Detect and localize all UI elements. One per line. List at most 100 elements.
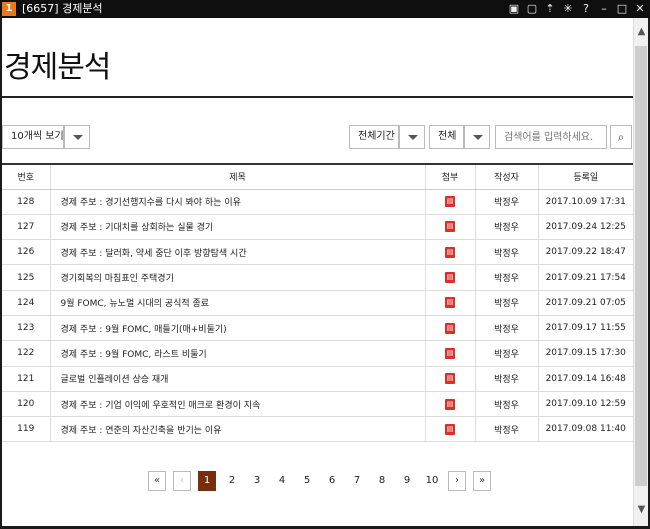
pdf-icon[interactable]: ▤ xyxy=(445,272,455,284)
pdf-icon[interactable]: ▤ xyxy=(445,423,455,435)
row-attachment[interactable]: ▤ xyxy=(424,290,475,316)
next-page-button[interactable]: › xyxy=(448,471,466,491)
table-row[interactable]: 123 경제 주보 : 9월 FOMC, 매들기(매+비둘기) ▤ 박정우 2017.0… xyxy=(2,315,633,342)
close-icon[interactable]: ✕ xyxy=(634,3,646,15)
help-icon[interactable]: ? xyxy=(580,3,592,15)
row-date: 2017.09.15 17:30 xyxy=(537,340,633,367)
pdf-icon[interactable]: ▤ xyxy=(445,246,455,258)
row-author: 박정우 xyxy=(474,264,538,291)
row-number: 122 xyxy=(2,340,50,367)
pdf-icon[interactable]: ▤ xyxy=(445,347,455,359)
prev-page-button[interactable]: ‹ xyxy=(173,471,191,491)
table-row[interactable]: 122 경제 주보 : 9월 FOMC, 라스트 비둘기 ▤ 박정우 2017.09.1… xyxy=(2,340,633,367)
pdf-icon[interactable]: ▤ xyxy=(445,373,455,385)
pdf-icon[interactable]: ▤ xyxy=(445,221,455,233)
page-number-1[interactable]: 1 xyxy=(198,471,216,491)
header-attach: 첨부 xyxy=(424,163,475,190)
first-page-button[interactable]: « xyxy=(148,471,166,491)
row-date: 2017.09.21 07:05 xyxy=(537,290,633,316)
row-date: 2017.09.14 16:48 xyxy=(537,366,633,392)
page-number-5[interactable]: 5 xyxy=(298,471,316,491)
row-attachment[interactable]: ▤ xyxy=(424,391,475,418)
pdf-icon[interactable]: ▤ xyxy=(445,297,455,309)
mouse-icon[interactable]: ▣ xyxy=(508,3,520,15)
row-attachment[interactable]: ▤ xyxy=(424,416,475,443)
table-header-row: 번호 제목 첨부 작성자 등록일 xyxy=(2,163,633,190)
row-subject-link[interactable]: 경제 주보 : 경기선행지수를 다시 봐야 하는 이유 xyxy=(49,189,425,215)
scope-select[interactable]: 전체 xyxy=(429,125,464,149)
page-number-10[interactable]: 10 xyxy=(423,471,441,491)
row-number: 123 xyxy=(2,315,50,342)
table-row[interactable]: 127 경제 주보 : 기대치를 상회하는 실물 경기 ▤ 박정우 2017.09.24… xyxy=(2,214,633,241)
row-subject-link[interactable]: 경제 주보 : 달러화, 약세 중단 이후 방향탐색 시간 xyxy=(49,239,425,266)
row-author: 박정우 xyxy=(474,214,538,241)
page-number-6[interactable]: 6 xyxy=(323,471,341,491)
page-number-2[interactable]: 2 xyxy=(223,471,241,491)
table-row[interactable]: 126 경제 주보 : 달러화, 약세 중단 이후 방향탐색 시간 ▤ 박정우 2017… xyxy=(2,239,633,266)
row-subject-link[interactable]: 경기회복의 마침표인 주택경기 xyxy=(49,264,425,291)
pdf-icon[interactable]: ▤ xyxy=(445,398,455,410)
row-date: 2017.09.10 12:59 xyxy=(537,391,633,418)
row-subject-link[interactable]: 경제 주보 : 기업 이익에 우호적인 매크로 환경이 지속 xyxy=(49,391,425,418)
table-row[interactable]: 120 경제 주보 : 기업 이익에 우호적인 매크로 환경이 지속 ▤ 박정우 201… xyxy=(2,391,633,418)
minimize-icon[interactable]: – xyxy=(598,3,610,15)
page-number-3[interactable]: 3 xyxy=(248,471,266,491)
scroll-thumb[interactable] xyxy=(635,46,647,486)
header-author: 작성자 xyxy=(474,163,538,190)
search-icon[interactable]: ⌕ xyxy=(610,125,632,149)
row-date: 2017.09.21 17:54 xyxy=(537,264,633,291)
row-author: 박정우 xyxy=(474,416,538,443)
star-icon[interactable]: ✳ xyxy=(562,3,574,15)
scroll-down-icon[interactable]: ▼ xyxy=(634,500,649,520)
header-date: 등록일 xyxy=(537,163,633,190)
table-row[interactable]: 124 9월 FOMC, 뉴노멀 시대의 공식적 종료 ▤ 박정우 2017.09.21… xyxy=(2,290,633,316)
row-number: 126 xyxy=(2,239,50,266)
row-number: 124 xyxy=(2,290,50,316)
page-size-select[interactable]: 10개씩 보기 xyxy=(2,125,64,149)
row-attachment[interactable]: ▤ xyxy=(424,214,475,241)
scroll-up-icon[interactable]: ▲ xyxy=(634,22,649,42)
post-table: 번호 제목 첨부 작성자 등록일 128 경제 주보 : 경기선행지수를 다시 봐… xyxy=(2,163,633,443)
period-select[interactable]: 전체기간 xyxy=(349,125,399,149)
row-subject-link[interactable]: 경제 주보 : 연준의 자산긴축을 반기는 이유 xyxy=(49,416,425,443)
last-page-button[interactable]: » xyxy=(473,471,491,491)
row-attachment[interactable]: ▤ xyxy=(424,264,475,291)
row-number: 119 xyxy=(2,416,50,443)
table-row[interactable]: 128 경제 주보 : 경기선행지수를 다시 봐야 하는 이유 ▤ 박정우 2017.1… xyxy=(2,189,633,215)
row-subject-link[interactable]: 경제 주보 : 기대치를 상회하는 실물 경기 xyxy=(49,214,425,241)
row-subject-link[interactable]: 글로벌 인플레이션 상승 재개 xyxy=(49,366,425,392)
page-number-9[interactable]: 9 xyxy=(398,471,416,491)
window-number-badge: 1 xyxy=(2,2,16,16)
row-author: 박정우 xyxy=(474,239,538,266)
row-author: 박정우 xyxy=(474,391,538,418)
vertical-scrollbar[interactable]: ▲ ▼ xyxy=(633,18,648,526)
maximize-icon[interactable]: □ xyxy=(616,3,628,15)
row-number: 127 xyxy=(2,214,50,241)
row-date: 2017.09.22 18:47 xyxy=(537,239,633,266)
pdf-icon[interactable]: ▤ xyxy=(445,196,455,208)
table-row[interactable]: 121 글로벌 인플레이션 상승 재개 ▤ 박정우 2017.09.14 16:48 xyxy=(2,366,633,392)
row-attachment[interactable]: ▤ xyxy=(424,340,475,367)
chevron-down-icon[interactable] xyxy=(399,125,425,149)
chevron-down-icon[interactable] xyxy=(464,125,490,149)
page-number-7[interactable]: 7 xyxy=(348,471,366,491)
row-attachment[interactable]: ▤ xyxy=(424,239,475,266)
table-row[interactable]: 125 경기회복의 마침표인 주택경기 ▤ 박정우 2017.09.21 17:54 xyxy=(2,264,633,291)
window-title: [6657] 경제분석 xyxy=(22,2,103,15)
row-date: 2017.09.08 11:40 xyxy=(537,416,633,443)
window-icon[interactable]: ▢ xyxy=(526,3,538,15)
search-input[interactable] xyxy=(495,125,607,149)
row-subject-link[interactable]: 9월 FOMC, 뉴노멀 시대의 공식적 종료 xyxy=(49,290,425,316)
page-number-8[interactable]: 8 xyxy=(373,471,391,491)
pin-icon[interactable]: ⇡ xyxy=(544,3,556,15)
row-subject-link[interactable]: 경제 주보 : 9월 FOMC, 라스트 비둘기 xyxy=(49,340,425,367)
row-subject-link[interactable]: 경제 주보 : 9월 FOMC, 매들기(매+비둘기) xyxy=(49,315,425,342)
pdf-icon[interactable]: ▤ xyxy=(445,322,455,334)
row-attachment[interactable]: ▤ xyxy=(424,366,475,392)
table-row[interactable]: 119 경제 주보 : 연준의 자산긴축을 반기는 이유 ▤ 박정우 2017.09.0… xyxy=(2,416,633,443)
row-attachment[interactable]: ▤ xyxy=(424,189,475,215)
page-number-4[interactable]: 4 xyxy=(273,471,291,491)
row-number: 128 xyxy=(2,189,50,215)
chevron-down-icon[interactable] xyxy=(64,125,90,149)
row-attachment[interactable]: ▤ xyxy=(424,315,475,342)
